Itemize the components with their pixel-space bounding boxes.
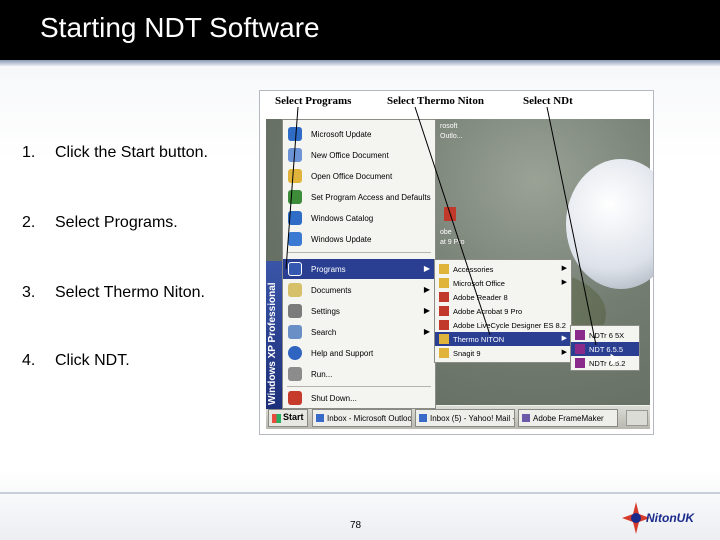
step-text: Select Programs. <box>55 214 178 231</box>
title-underline <box>0 60 720 66</box>
slide: Starting NDT Software 1. Click the Start… <box>0 0 720 540</box>
page-number: 78 <box>350 520 362 531</box>
title-bar: Starting NDT Software <box>0 0 720 60</box>
arrow-line <box>414 106 491 336</box>
step-text: Click the Start button. <box>55 144 208 161</box>
step-number: 4. <box>22 352 36 369</box>
arrow-line <box>546 106 597 346</box>
step-text: Select Thermo Niton. <box>55 284 205 301</box>
slide-title: Starting NDT Software <box>40 12 320 43</box>
niton-uk-logo: NitonUK <box>620 498 720 538</box>
step-number: 2. <box>22 214 36 231</box>
step-number: 3. <box>22 284 36 301</box>
step-item: 1. Click the Start button. <box>22 138 252 168</box>
step-number: 1. <box>22 144 36 161</box>
step-item: 2. Select Programs. <box>22 208 252 238</box>
step-text: Click NDT. <box>55 352 130 369</box>
step-item: 3. Select Thermo Niton. <box>22 278 252 308</box>
start-menu-screenshot: Select Programs Select Thermo Niton Sele… <box>259 90 654 435</box>
footer-divider <box>0 492 720 494</box>
annotation-arrows <box>285 106 597 346</box>
step-item: 4. Click NDT. <box>22 346 252 376</box>
arrow-line <box>285 106 299 270</box>
logo-text: NitonUK <box>646 511 694 525</box>
